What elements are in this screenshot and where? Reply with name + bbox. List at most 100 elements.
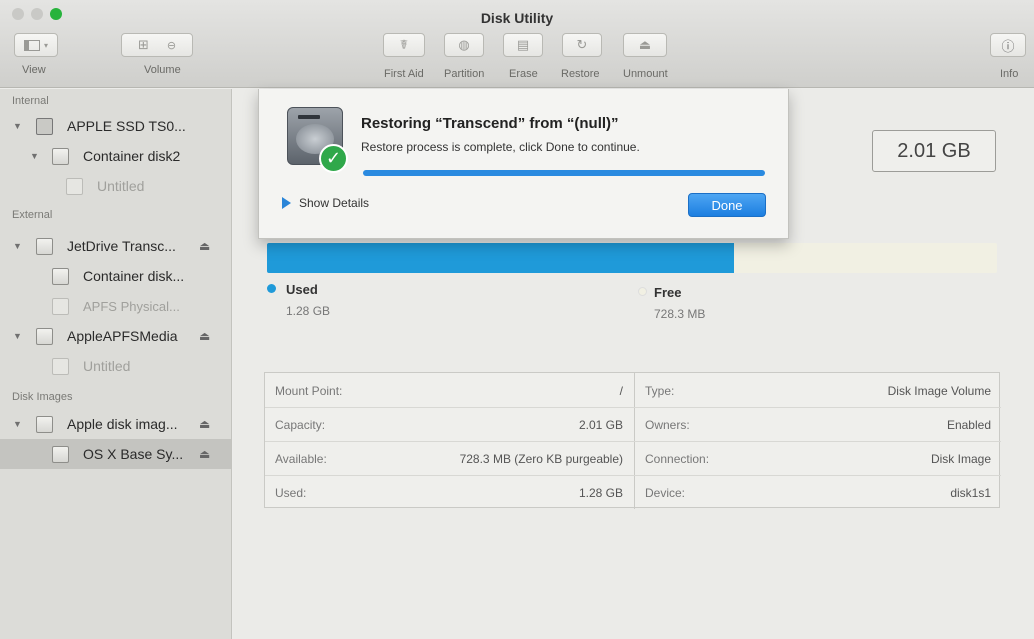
disclosure-triangle-icon[interactable]: ▼ (13, 419, 22, 429)
volume-icon (52, 357, 69, 375)
info-key: Connection: (645, 452, 710, 466)
erase-label: Erase (509, 68, 538, 80)
erase-button[interactable]: ▤ (503, 33, 543, 57)
sidebar-item-label: Container disk2 (83, 148, 181, 164)
restore-progress-fill (363, 170, 765, 176)
sidebar-item-untitled-internal[interactable]: Untitled (0, 171, 231, 201)
info-value: Disk Image Volume (887, 384, 991, 398)
partition-button[interactable]: ◍ (444, 33, 484, 57)
stethoscope-icon: ☤ (399, 37, 409, 52)
disclosure-triangle-icon[interactable]: ▼ (13, 121, 22, 131)
volume-label: Volume (144, 64, 181, 76)
free-legend-dot (638, 287, 647, 296)
eject-icon[interactable]: ⏏ (199, 417, 210, 431)
sidebar-item-label: Container disk... (83, 268, 185, 284)
volume-icon (52, 445, 69, 463)
sidebar-item-apple-ssd[interactable]: ▼ APPLE SSD TS0... (0, 111, 231, 141)
info-value: Disk Image (930, 452, 991, 466)
disclosure-triangle-icon (282, 197, 291, 209)
toolbar: Disk Utility ▾ View ⊞ ⊖ Volume ☤ First A… (0, 0, 1034, 88)
info-button[interactable]: ⓘ (990, 33, 1026, 57)
sidebar-item-label: Untitled (83, 358, 131, 374)
used-value: 1.28 GB (286, 304, 331, 318)
sidebar-item-container-disk[interactable]: Container disk... (0, 261, 231, 291)
info-key: Used: (275, 486, 307, 500)
sidebar-toggle-icon (23, 39, 40, 51)
disclosure-triangle-icon[interactable]: ▼ (13, 241, 22, 251)
restore-sheet: ✓ Restoring “Transcend” from “(null)” Re… (258, 89, 789, 239)
free-legend-title: Free (654, 285, 682, 300)
erase-icon: ▤ (516, 37, 530, 52)
sidebar-section-disk-images: Disk Images (12, 391, 73, 403)
sidebar-item-label: JetDrive Transc... (67, 238, 176, 254)
external-disk-icon (36, 237, 53, 255)
eject-icon[interactable]: ⏏ (199, 447, 210, 461)
info-value: 1.28 GB (578, 486, 623, 500)
info-row-divider (265, 441, 1001, 442)
info-value: Enabled (946, 418, 991, 432)
sidebar-item-os-x-base-system[interactable]: OS X Base Sy... ⏏ (0, 439, 231, 469)
window-title: Disk Utility (480, 10, 554, 26)
info-key: Type: (645, 384, 675, 398)
info-row-divider (265, 407, 1001, 408)
info-icon: ⓘ (1001, 38, 1015, 54)
info-label: Info (1000, 68, 1019, 80)
add-volume-icon[interactable]: ⊞ (138, 37, 149, 53)
sidebar-item-apple-disk-image[interactable]: ▼ Apple disk imag... ⏏ (0, 409, 231, 439)
volume-icon (66, 177, 83, 195)
sheet-title: Restoring “Transcend” from “(null)” (361, 115, 619, 132)
info-value: 2.01 GB (578, 418, 623, 432)
info-value: 728.3 MB (Zero KB purgeable) (459, 452, 623, 466)
sidebar-item-jetdrive[interactable]: ▼ JetDrive Transc... ⏏ (0, 231, 231, 261)
container-icon (52, 147, 69, 165)
first-aid-label: First Aid (384, 68, 424, 80)
view-button[interactable]: ▾ (14, 33, 58, 57)
partition-label: Partition (444, 68, 485, 80)
info-value: disk1s1 (950, 486, 991, 500)
sidebar-item-label: APPLE SSD TS0... (67, 118, 186, 134)
usage-bar-used (267, 243, 735, 273)
info-value: / (619, 384, 623, 398)
disclosure-triangle-icon[interactable]: ▼ (13, 331, 22, 341)
sidebar-item-apple-apfs-media[interactable]: ▼ AppleAPFSMedia ⏏ (0, 321, 231, 351)
info-key: Device: (645, 486, 686, 500)
sidebar-item-container-disk2[interactable]: ▼ Container disk2 (0, 141, 231, 171)
disk-utility-window: Disk Utility ▾ View ⊞ ⊖ Volume ☤ First A… (0, 0, 1034, 639)
sidebar-section-external: External (12, 209, 53, 221)
hard-drive-slot (298, 115, 320, 119)
remove-volume-icon[interactable]: ⊖ (167, 39, 176, 52)
external-disk-icon (36, 327, 53, 345)
used-legend-dot (267, 284, 276, 293)
sidebar: Internal ▼ APPLE SSD TS0... ▼ Container … (0, 89, 232, 639)
info-key: Available: (275, 452, 327, 466)
disk-image-icon (36, 415, 53, 433)
eject-icon[interactable]: ⏏ (199, 239, 210, 253)
chevron-down-icon: ▾ (43, 40, 48, 50)
info-row-divider (265, 475, 1001, 476)
sidebar-item-untitled-external[interactable]: Untitled (0, 351, 231, 381)
volume-icon (52, 297, 69, 315)
unmount-icon: ⏏ (638, 37, 652, 52)
sidebar-item-label: Untitled (97, 178, 145, 194)
sidebar-item-apfs-physical[interactable]: APFS Physical... (0, 291, 231, 321)
checkmark-icon: ✓ (319, 144, 348, 173)
unmount-label: Unmount (623, 68, 668, 80)
info-key: Mount Point: (275, 384, 343, 398)
partition-icon: ◍ (458, 37, 470, 52)
restore-progress-bar (363, 170, 765, 176)
restore-label: Restore (561, 68, 600, 80)
done-button[interactable]: Done (688, 193, 766, 217)
sidebar-item-label: Apple disk imag... (67, 416, 178, 432)
container-icon (52, 267, 69, 285)
sidebar-item-label: AppleAPFSMedia (67, 328, 178, 344)
eject-icon[interactable]: ⏏ (199, 329, 210, 343)
show-details-toggle[interactable]: Show Details (282, 196, 369, 210)
restore-button[interactable]: ↻ (562, 33, 602, 57)
view-label: View (22, 64, 46, 76)
first-aid-button[interactable]: ☤ (383, 33, 425, 57)
sheet-message: Restore process is complete, click Done … (361, 140, 640, 154)
disclosure-triangle-icon[interactable]: ▼ (30, 151, 39, 161)
unmount-button[interactable]: ⏏ (623, 33, 667, 57)
restore-icon: ↻ (576, 37, 588, 52)
sidebar-item-label: APFS Physical... (83, 298, 180, 314)
